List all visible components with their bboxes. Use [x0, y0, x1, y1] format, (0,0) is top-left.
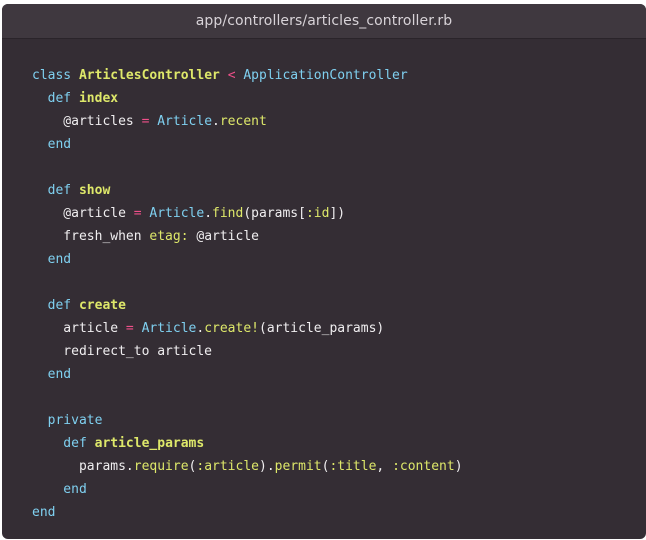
code-line: @articles = Article.recent	[32, 110, 463, 133]
code-token-keyword: def	[32, 183, 79, 198]
code-token-plain: redirect_to article	[32, 344, 213, 359]
code-token-keyword: def	[32, 298, 79, 313]
code-token-symbol: etag:	[149, 229, 189, 244]
code-token-plain: fresh_when	[32, 229, 150, 244]
code-token-constant: Article	[141, 321, 197, 336]
code-line: def article_params	[32, 432, 463, 455]
code-token-constant: ApplicationController	[243, 68, 408, 83]
code-line: class ArticlesController < ApplicationCo…	[32, 64, 463, 87]
code-line: article = Article.create!(article_params…	[32, 317, 463, 340]
code-token-plain: @article	[32, 206, 134, 221]
file-path-title: app/controllers/articles_controller.rb	[195, 13, 453, 29]
code-token-class: ArticlesController	[78, 68, 220, 83]
code-token-plain: @article	[188, 229, 259, 244]
code-token-operator: =	[133, 206, 142, 221]
window-titlebar: app/controllers/articles_controller.rb	[2, 4, 646, 39]
code-token-plain: (article_params)	[259, 321, 385, 336]
code-token-plain: .	[125, 459, 134, 474]
code-line: end	[32, 133, 463, 156]
code-line: @article = Article.find(params[:id])	[32, 202, 463, 225]
code-token-operator: =	[125, 321, 134, 336]
code-line: end	[32, 248, 463, 271]
code-token-plain: ,	[376, 459, 393, 474]
code-token-keyword: end	[32, 505, 56, 520]
code-token-keyword: def	[32, 91, 79, 106]
code-token-symbol: :id	[305, 206, 330, 221]
code-token-plain: article	[32, 321, 126, 336]
code-token-plain: .	[212, 114, 220, 129]
code-token-keyword: end	[32, 482, 87, 497]
code-token-plain: ).	[259, 459, 275, 474]
code-token-keyword: end	[32, 137, 72, 152]
code-line: fresh_when etag: @article	[32, 225, 463, 248]
code-token-symbol: :title	[329, 459, 377, 474]
code-line: redirect_to article	[32, 340, 463, 363]
code-line: private	[32, 409, 463, 432]
code-token-plain: .	[204, 206, 213, 221]
code-token-method: index	[78, 91, 119, 106]
code-line: def create	[32, 294, 463, 317]
code-token-symbol: :article	[196, 459, 259, 474]
code-line: end	[32, 501, 463, 524]
code-token-keyword: end	[32, 252, 72, 267]
code-token-plain: params	[32, 459, 126, 474]
code-token-call: recent	[219, 114, 267, 129]
code-token-keyword: def	[32, 436, 95, 451]
code-token-plain: ])	[329, 206, 346, 221]
code-token-keyword: class	[32, 68, 79, 83]
code-token-operator: <	[227, 68, 236, 83]
code-line: def index	[32, 87, 463, 110]
code-line: end	[32, 363, 463, 386]
code-window: app/controllers/articles_controller.rb c…	[2, 4, 646, 539]
code-token-keyword: end	[32, 367, 72, 382]
code-token-call: find	[212, 206, 244, 221]
code-token-method: article_params	[94, 436, 205, 451]
code-token-method: show	[78, 183, 111, 198]
code-line: def show	[32, 179, 463, 202]
code-token-call: create!	[204, 321, 259, 336]
code-token-plain: )	[454, 459, 463, 474]
code-token-constant: Article	[149, 206, 205, 221]
code-token-constant: Article	[157, 114, 213, 129]
code-block[interactable]: class ArticlesController < ApplicationCo…	[32, 64, 463, 524]
code-token-symbol: :content	[392, 459, 455, 474]
code-token-call: require	[133, 459, 189, 474]
code-token-method: create	[78, 298, 126, 313]
code-line: params.require(:article).permit(:title, …	[32, 455, 463, 478]
code-token-keyword: private	[32, 413, 103, 428]
code-line: end	[32, 478, 463, 501]
code-token-plain: @articles	[32, 114, 142, 129]
code-token-plain: (params[	[243, 206, 306, 221]
code-token-call: permit	[274, 459, 322, 474]
